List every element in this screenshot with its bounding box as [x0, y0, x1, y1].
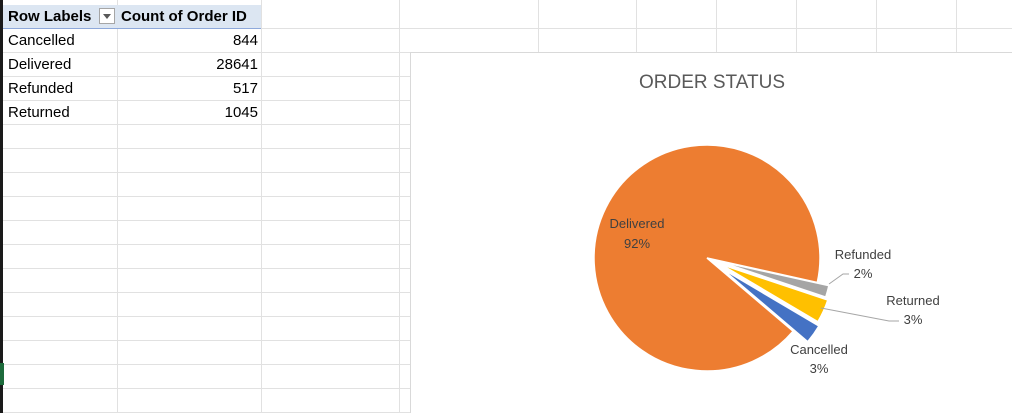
count-cell[interactable]: 28641: [216, 56, 258, 73]
leader-line: [820, 307, 899, 322]
data-label-percent: 92%: [624, 236, 650, 251]
data-label-category: Refunded: [835, 247, 891, 262]
row-label-cell[interactable]: Refunded: [8, 80, 73, 97]
table-row[interactable]: Refunded 517: [3, 77, 261, 101]
data-label-percent: 2%: [854, 266, 873, 281]
chart-title: ORDER STATUS: [639, 72, 785, 93]
gridline: [261, 0, 262, 413]
count-cell[interactable]: 517: [233, 80, 258, 97]
leader-line: [828, 273, 849, 285]
row-labels-header[interactable]: Row Labels: [8, 8, 91, 25]
data-label-category: Delivered: [610, 216, 665, 231]
pivot-header-row: Row Labels Count of Order ID: [3, 5, 261, 29]
order-status-chart[interactable]: ORDER STATUS Delivered 92% Refunded 2% Retur…: [410, 52, 1012, 413]
row-label-cell[interactable]: Returned: [8, 104, 70, 121]
table-row[interactable]: Delivered 28641: [3, 53, 261, 77]
count-of-order-id-header[interactable]: Count of Order ID: [121, 8, 247, 25]
count-cell[interactable]: 844: [233, 32, 258, 49]
row-labels-filter-button[interactable]: [99, 8, 115, 24]
table-row[interactable]: Returned 1045: [3, 101, 261, 125]
table-row[interactable]: Cancelled 844: [3, 29, 261, 53]
row-label-cell[interactable]: Delivered: [8, 56, 71, 73]
gridline: [399, 0, 400, 413]
data-label-percent: 3%: [904, 312, 923, 327]
chevron-down-icon: [103, 14, 111, 19]
count-cell[interactable]: 1045: [225, 104, 258, 121]
data-label-percent: 3%: [810, 361, 829, 376]
data-label-category: Returned: [886, 293, 939, 308]
row-label-cell[interactable]: Cancelled: [8, 32, 75, 49]
pie-slice-delivered[interactable]: [593, 144, 821, 372]
data-label-category: Cancelled: [790, 342, 848, 357]
pie-slices: [593, 144, 830, 372]
selected-row-marker: [0, 363, 4, 385]
pie-chart-canvas: ORDER STATUS Delivered 92% Refunded 2% Retur…: [593, 72, 940, 376]
